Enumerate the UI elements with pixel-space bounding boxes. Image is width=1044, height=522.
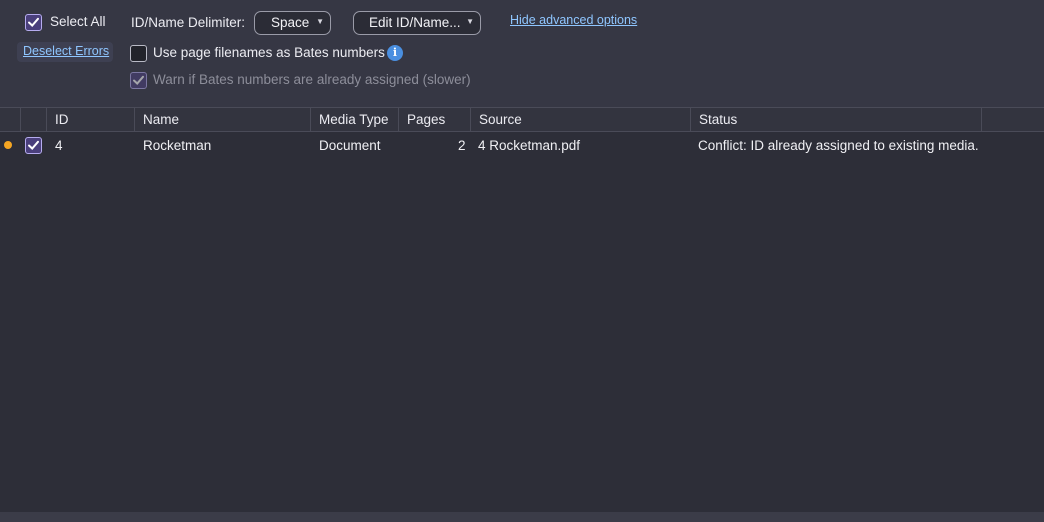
delimiter-dropdown[interactable]: Space ▼ — [254, 11, 331, 35]
table-row[interactable]: 4 Rocketman Document 2 4 Rocketman.pdf C… — [0, 132, 1044, 158]
column-header-media-type[interactable]: Media Type — [311, 108, 399, 132]
checkmark-icon — [28, 17, 39, 27]
caret-down-icon: ▼ — [316, 17, 324, 26]
warn-bates-label: Warn if Bates numbers are already assign… — [153, 72, 471, 87]
delimiter-label: ID/Name Delimiter: — [131, 15, 246, 30]
edit-id-name-label: Edit ID/Name... — [369, 15, 461, 30]
hide-advanced-options-link[interactable]: Hide advanced options — [510, 13, 637, 27]
column-header-id[interactable]: ID — [47, 108, 135, 132]
status-indicator-column — [0, 108, 21, 132]
cell-source: 4 Rocketman.pdf — [478, 138, 581, 153]
media-table: ID Name Media Type Pages Source Status 4… — [0, 107, 1044, 512]
warn-bates-checkbox[interactable] — [130, 72, 147, 89]
use-page-filenames-checkbox[interactable] — [130, 45, 147, 62]
deselect-errors-link[interactable]: Deselect Errors — [23, 44, 109, 58]
select-all-checkbox[interactable] — [25, 14, 42, 31]
checkmark-icon — [28, 140, 39, 150]
checkbox-column — [21, 108, 47, 132]
toolbar: Select All Deselect Errors ID/Name Delim… — [0, 0, 1044, 107]
caret-down-icon: ▼ — [466, 17, 474, 26]
cell-id: 4 — [55, 138, 63, 153]
delimiter-value: Space — [271, 15, 310, 30]
use-page-filenames-label: Use page filenames as Bates numbers — [153, 45, 385, 60]
edit-id-name-dropdown[interactable]: Edit ID/Name... ▼ — [353, 11, 481, 35]
column-header-pages[interactable]: Pages — [399, 108, 471, 132]
column-header-source[interactable]: Source — [471, 108, 691, 132]
horizontal-scrollbar[interactable] — [0, 512, 1044, 522]
cell-name: Rocketman — [143, 138, 212, 153]
checkmark-icon — [133, 75, 144, 85]
cell-pages: 2 — [458, 138, 466, 153]
select-all-label: Select All — [50, 14, 106, 29]
column-header-name[interactable]: Name — [135, 108, 311, 132]
deselect-errors-button[interactable]: Deselect Errors — [17, 42, 113, 62]
column-header-status[interactable]: Status — [691, 108, 982, 132]
cell-status: Conflict: ID already assigned to existin… — [698, 138, 979, 153]
info-icon[interactable]: i — [387, 45, 403, 61]
warning-dot-icon — [4, 141, 12, 149]
table-header: ID Name Media Type Pages Source Status — [0, 107, 1044, 132]
cell-media-type: Document — [319, 138, 381, 153]
row-checkbox[interactable] — [25, 137, 42, 154]
